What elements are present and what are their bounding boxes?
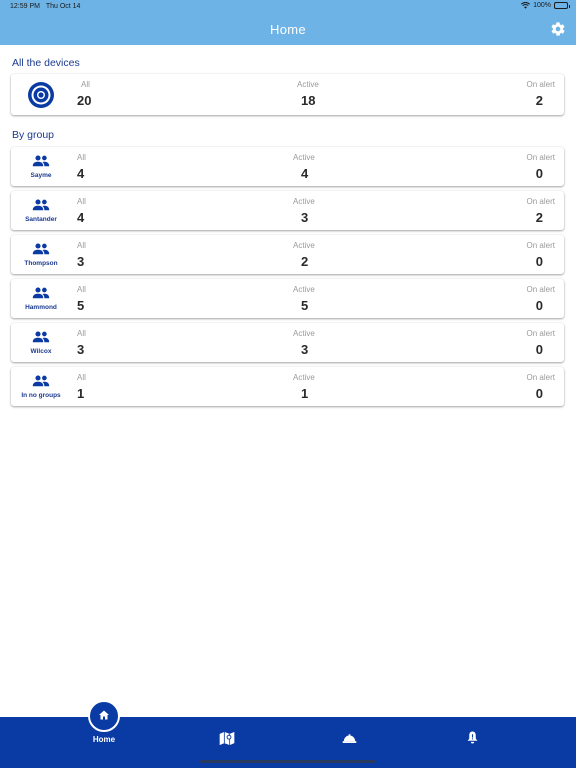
label-on-alert: On alert (526, 197, 555, 206)
group-card[interactable]: Wilcox All 3 Active 3 On alert 0 (11, 323, 564, 362)
value-on-alert: 0 (535, 166, 543, 181)
all-devices-card[interactable]: All 20 Active 18 On alert 2 (11, 74, 564, 115)
home-tab-button[interactable] (88, 700, 120, 732)
label-active: Active (293, 373, 315, 382)
label-active: Active (293, 153, 315, 162)
group-name: Hammond (25, 304, 57, 311)
battery-percent: 100% (533, 2, 551, 9)
value-on-alert: 0 (535, 386, 543, 401)
wifi-icon (521, 2, 531, 9)
label-active: Active (293, 329, 315, 338)
label-on-alert: On alert (526, 285, 555, 294)
label-on-alert: On alert (526, 241, 555, 250)
label-active: Active (297, 80, 319, 89)
value-active: 4 (301, 166, 309, 181)
group-name: In no groups (21, 392, 61, 399)
group-people-icon (32, 375, 50, 387)
label-active: Active (293, 197, 315, 206)
value-on-alert: 0 (535, 298, 543, 313)
value-all: 4 (77, 210, 85, 225)
status-bar: 12:59 PM Thu Oct 14 100% (0, 0, 576, 14)
status-right: 100% (521, 2, 570, 9)
value-active: 5 (301, 298, 309, 313)
value-all: 20 (77, 93, 92, 108)
screen: 12:59 PM Thu Oct 14 100% Home All the de… (0, 0, 576, 768)
group-name: Santander (25, 216, 57, 223)
group-card[interactable]: Sayme All 4 Active 4 On alert 0 (11, 147, 564, 186)
value-on-alert: 2 (535, 210, 543, 225)
label-all: All (77, 197, 86, 206)
section-title-all-devices: All the devices (12, 57, 80, 69)
group-people-icon (32, 199, 50, 211)
label-all: All (77, 329, 86, 338)
label-all: All (77, 285, 86, 294)
group-card[interactable]: Hammond All 5 Active 5 On alert 0 (11, 279, 564, 318)
label-on-alert: On alert (526, 80, 555, 89)
label-on-alert: On alert (526, 373, 555, 382)
map-icon[interactable] (219, 731, 235, 746)
bell-alert-icon[interactable] (467, 731, 478, 744)
value-on-alert: 0 (535, 254, 543, 269)
group-people-icon (32, 155, 50, 167)
label-on-alert: On alert (526, 153, 555, 162)
label-all: All (77, 241, 86, 250)
value-all: 1 (77, 386, 85, 401)
group-card[interactable]: Santander All 4 Active 3 On alert 2 (11, 191, 564, 230)
status-time: 12:59 PM Thu Oct 14 (10, 3, 81, 10)
label-all: All (77, 153, 86, 162)
value-all: 5 (77, 298, 85, 313)
group-name: Thompson (24, 260, 58, 267)
device-target-icon (28, 82, 54, 108)
group-name: Wilcox (30, 348, 52, 355)
group-people-icon (32, 243, 50, 255)
label-active: Active (293, 241, 315, 250)
battery-icon (554, 2, 570, 9)
value-on-alert: 0 (535, 342, 543, 357)
section-title-by-group: By group (12, 129, 55, 141)
group-people-icon (32, 331, 50, 343)
label-all: All (81, 80, 90, 89)
home-icon (99, 710, 109, 720)
value-active: 3 (301, 210, 309, 225)
value-all: 3 (77, 254, 85, 269)
group-people-icon (32, 287, 50, 299)
label-on-alert: On alert (526, 329, 555, 338)
value-active: 2 (301, 254, 309, 269)
value-all: 4 (77, 166, 85, 181)
label-all: All (77, 373, 86, 382)
page-title: Home (270, 22, 306, 37)
gear-icon[interactable] (550, 21, 566, 37)
hardhat-icon[interactable] (342, 732, 357, 744)
group-name: Sayme (30, 172, 52, 179)
label-active: Active (293, 285, 315, 294)
group-card[interactable]: Thompson All 3 Active 2 On alert 0 (11, 235, 564, 274)
top-app-bar: 12:59 PM Thu Oct 14 100% Home (0, 0, 576, 45)
home-indicator (200, 760, 376, 763)
value-active: 3 (301, 342, 309, 357)
tab-label-home[interactable]: Home (80, 735, 128, 744)
value-on-alert: 2 (535, 93, 543, 108)
value-active: 1 (301, 386, 309, 401)
value-active: 18 (301, 93, 316, 108)
value-all: 3 (77, 342, 85, 357)
group-card[interactable]: In no groups All 1 Active 1 On alert 0 (11, 367, 564, 406)
